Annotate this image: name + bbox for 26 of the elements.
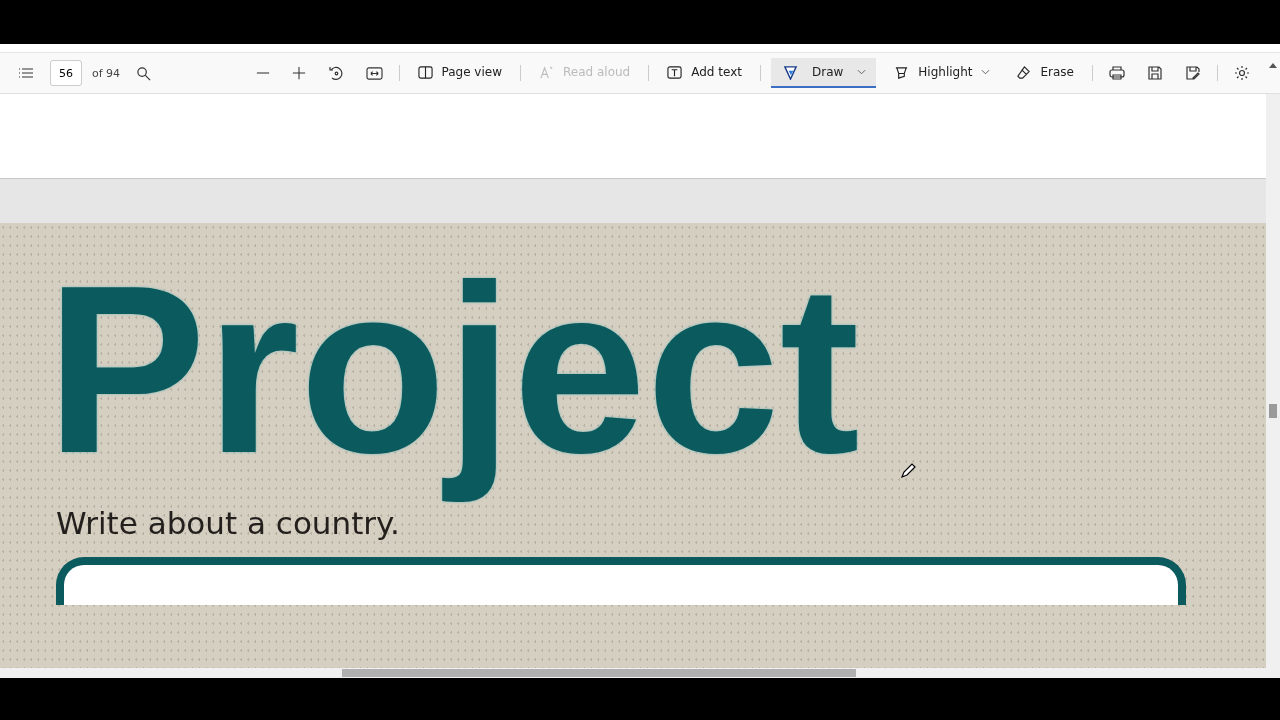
eraser-icon [1016,64,1032,80]
page-title: Project [46,243,861,501]
pen-cursor-icon [900,463,916,479]
scroll-up-arrow-icon[interactable] [1269,63,1277,68]
save-as-icon[interactable] [1185,65,1201,81]
page-number-field[interactable]: 56 [50,60,82,86]
rotate-icon[interactable] [327,65,344,81]
toolbar-button[interactable]: Page view [409,58,510,88]
contents-icon[interactable] [18,65,34,81]
page-subtitle: Write about a country. [56,505,400,541]
toolbar-button[interactable]: Add text [659,58,750,88]
text-box-icon [667,64,683,80]
settings-icon[interactable] [1234,65,1250,81]
toolbar-button[interactable]: Draw [770,58,877,88]
search-icon[interactable] [136,65,152,81]
zoom-in-icon[interactable] [291,66,306,80]
highlighter-icon [894,64,910,80]
print-icon[interactable] [1109,65,1125,81]
save-icon[interactable] [1147,65,1163,81]
page-count: of 94 [92,66,121,80]
read-aloud-icon [539,64,554,80]
toolbar-button[interactable]: Erase [1008,58,1082,88]
toolbar-button[interactable]: Highlight [886,58,999,88]
page-view-icon [417,64,433,80]
fit-width-icon[interactable] [365,65,383,81]
pen-icon [782,64,798,80]
